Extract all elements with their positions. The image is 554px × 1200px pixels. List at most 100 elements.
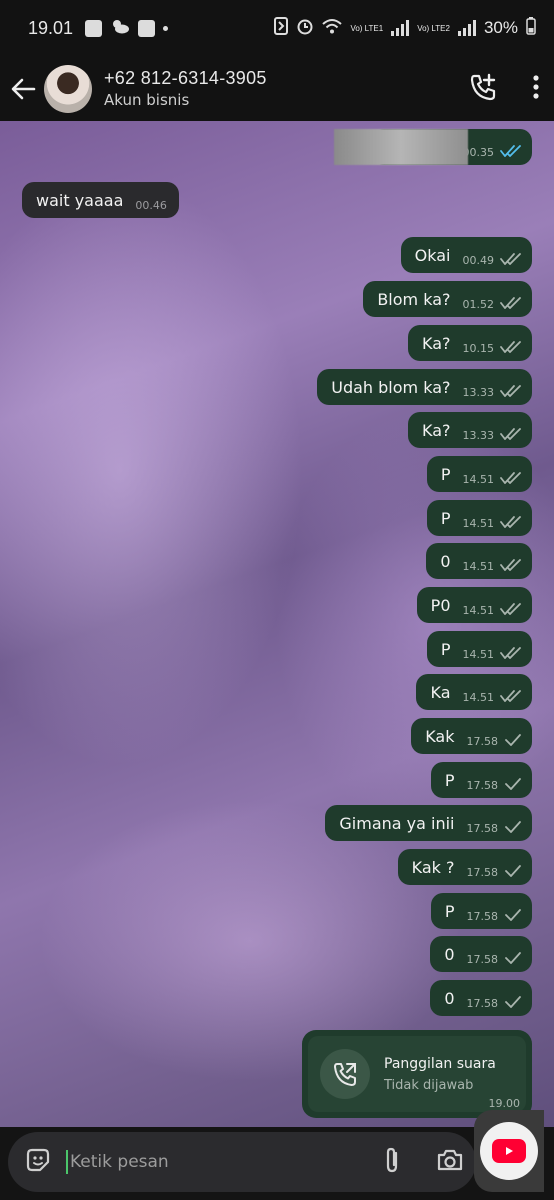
incoming-message[interactable]: wait yaaaa 00.46 [22,182,179,218]
delivered-ticks-icon [500,253,522,265]
wifi-icon [322,18,343,38]
dot-icon [163,25,169,31]
message-time: 00.46 [135,198,167,212]
alarm-icon [296,17,314,39]
message-text: Blom ka? [377,289,451,309]
message-time: 10.15 [462,341,495,355]
delivered-ticks-icon [500,297,522,309]
message-time: 14.51 [462,559,495,573]
outgoing-message[interactable]: 0 14.51 [426,543,532,579]
outgoing-message[interactable]: 0 17.58 [430,936,532,972]
ai-icon [138,19,156,37]
outgoing-message[interactable]: P0 14.51 [416,587,532,623]
chat-area[interactable]: 00.35 wait yaaaa 00.46 Okai 00.49 Blom ka? 01.… [0,121,554,1127]
message-text: P0 [430,595,451,615]
contact-name: +62 812-6314-3905 [104,68,267,88]
add-call-icon[interactable] [468,72,498,106]
message-text: wait yaaaa [36,190,124,210]
contact-subtitle: Akun bisnis [104,91,190,109]
network-label-1: Vo) LTE1 [350,23,384,33]
message-time: 17.58 [466,821,499,835]
message-text: Udah blom ka? [331,377,451,397]
attach-icon[interactable] [382,1146,402,1178]
delivered-ticks-icon [500,472,522,484]
signal-icon [391,20,410,36]
sent-tick-icon [504,996,522,1008]
delivered-ticks-icon [500,690,522,702]
redacted-content [334,129,468,165]
message-time: 01.52 [462,297,495,311]
outgoing-message[interactable]: P 14.51 [426,500,532,536]
status-system-icons: Vo) LTE1 Vo) LTE2 30% [274,17,536,39]
outgoing-message[interactable]: P 14.51 [426,456,532,492]
message-text: P [440,639,451,659]
status-time: 19.01 [28,17,74,38]
outgoing-message[interactable]: Udah blom ka? 13.33 [317,369,532,405]
delivered-ticks-icon [500,603,522,615]
outgoing-message[interactable]: P 14.51 [426,631,532,667]
message-time: 17.58 [466,996,499,1010]
message-time: 17.58 [466,865,499,879]
outgoing-message[interactable]: P 17.58 [430,762,532,798]
outgoing-message[interactable]: Kak ? 17.58 [397,849,532,885]
outgoing-message[interactable]: Okai 00.49 [400,237,532,273]
message-text: Okai [414,245,451,265]
status-bar: 19.01 Vo) LTE1 Vo) LTE2 30% [0,0,554,56]
sent-tick-icon [504,865,522,877]
message-text: Ka? [421,333,451,353]
message-text: Kak ? [411,857,455,877]
outgoing-message[interactable]: P 17.58 [430,893,532,929]
message-time: 14.51 [462,472,495,486]
message-time: 00.49 [462,253,495,267]
call-time: 19.00 [488,1097,521,1110]
sticker-icon[interactable] [24,1146,52,1178]
message-text: Ka [430,682,451,702]
chat-header: +62 812-6314-3905 Akun bisnis [0,56,554,121]
message-time: 17.58 [466,909,499,923]
message-text: 0 [444,988,455,1008]
delivered-ticks-icon [500,428,522,440]
message-text: P [440,464,451,484]
message-time: 14.51 [462,690,495,704]
youtube-floating-button[interactable] [474,1110,544,1192]
battery-percentage: 30% [483,18,518,37]
message-time: 14.51 [462,647,495,661]
battery-icon [526,17,536,39]
message-time: 14.51 [462,603,495,617]
outgoing-message[interactable]: 0 17.58 [430,980,532,1016]
message-input-pill[interactable] [8,1132,476,1192]
outgoing-message[interactable]: Blom ka? 01.52 [363,281,532,317]
voice-call-card[interactable]: Panggilan suara Tidak dijawab 19.00 [308,1036,526,1112]
signal-icon [457,20,476,36]
outgoing-message[interactable]: Kak 17.58 [411,718,532,754]
avatar[interactable] [44,64,92,113]
sent-tick-icon [504,778,522,790]
call-status: Tidak dijawab [384,1077,474,1093]
delivered-ticks-icon [500,647,522,659]
contact-info[interactable]: +62 812-6314-3905 Akun bisnis [104,68,267,109]
message-text: Gimana ya inii [339,813,455,833]
sent-tick-icon [504,909,522,921]
camera-icon[interactable] [436,1148,464,1176]
message-text: P [440,508,451,528]
message-text: P [444,901,455,921]
more-vert-icon[interactable] [532,74,540,104]
outgoing-message[interactable]: Ka 14.51 [416,674,532,710]
youtube-icon [480,1122,538,1180]
weather-icon [110,18,130,39]
message-text: P [444,770,455,790]
outgoing-message[interactable]: Gimana ya inii 17.58 [325,805,532,841]
message-text: 0 [440,551,451,571]
message-text: Ka? [421,420,451,440]
composer-bar [0,1127,554,1200]
outgoing-message[interactable]: Ka? 13.33 [407,412,532,448]
message-input[interactable] [70,1152,350,1172]
outgoing-message[interactable]: Ka? 10.15 [407,325,532,361]
delivered-ticks-icon [500,559,522,571]
voice-call-message[interactable]: Panggilan suara Tidak dijawab 19.00 [302,1030,532,1118]
sent-tick-icon [504,821,522,833]
message-time: 17.58 [466,734,499,748]
missed-call-icon [320,1049,370,1099]
back-arrow-icon[interactable] [10,76,36,102]
message-time: 13.33 [462,428,495,442]
